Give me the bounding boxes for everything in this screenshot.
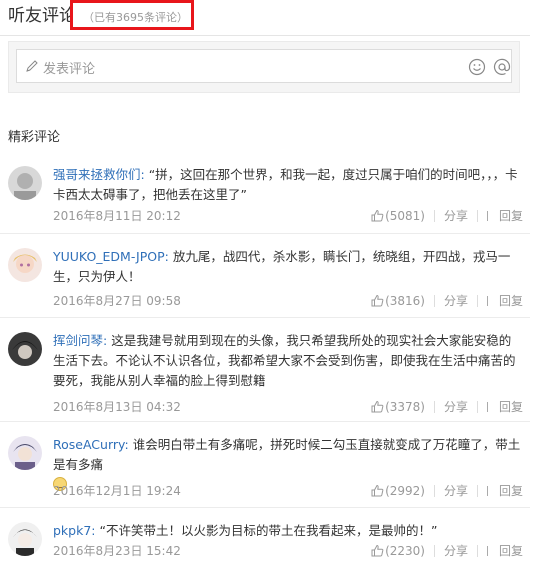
reply-label: 回复 [498, 209, 523, 223]
comment-item: 强哥来拯救你们: “拼，这回在那个世界，和我一起，度过只属于咱们的时间吧，，，卡… [0, 152, 530, 234]
avatar[interactable] [8, 166, 42, 200]
reply-button[interactable]: 回复 [486, 482, 523, 499]
comment-item: pkpk7: “不许笑带土！以火影为目标的带土在我看起来，是最帅的！” 2016… [0, 508, 530, 578]
divider [0, 35, 530, 36]
featured-comments-label: 精彩评论 [8, 130, 61, 145]
thumbs-up-icon [371, 544, 384, 557]
comment-actions: (2992) 分享 回复 [371, 482, 523, 499]
thumbs-up-icon [371, 484, 384, 497]
reply-label: 回复 [498, 294, 523, 308]
comment-time: 2016年8月13日 04:32 [53, 400, 181, 414]
comment-time: 2016年12月1日 19:24 [53, 484, 181, 498]
like-count: (2992) [385, 484, 425, 498]
share-button[interactable]: 分享 [444, 207, 468, 224]
comment-placeholder: 发表评论 [43, 62, 96, 77]
reply-label: 回复 [498, 400, 523, 414]
comment-username[interactable]: 挥剑问琴: [53, 333, 107, 348]
action-divider [433, 295, 435, 307]
reply-label: 回复 [498, 544, 523, 558]
thumbs-up-icon [371, 400, 384, 413]
action-divider [476, 210, 478, 222]
comment-list: 强哥来拯救你们: “拼，这回在那个世界，和我一起，度过只属于咱们的时间吧，，，卡… [0, 152, 530, 578]
comment-count-highlight: （已有3695条评论） [70, 0, 194, 30]
reply-label: 回复 [498, 484, 523, 498]
action-divider [433, 210, 435, 222]
action-divider [476, 295, 478, 307]
action-divider [433, 401, 435, 413]
comment-username[interactable]: pkpk7: [53, 523, 96, 538]
like-count: (3378) [385, 400, 425, 414]
comment-username[interactable]: RoseACurry: [53, 437, 129, 452]
like-count: (3816) [385, 294, 425, 308]
comment-actions: (5081) 分享 回复 [371, 207, 523, 224]
comment-item: 挥剑问琴: 这是我建号就用到现在的头像，我只希望我所处的现实社会大家能安稳的生活… [0, 318, 530, 422]
share-button[interactable]: 分享 [444, 482, 468, 499]
comment-text: 这是我建号就用到现在的头像，我只希望我所处的现实社会大家能安稳的生活下去。不论认… [53, 333, 516, 388]
pencil-icon [26, 60, 38, 72]
share-button[interactable]: 分享 [444, 542, 468, 559]
thumbs-up-icon [371, 209, 384, 222]
reply-icon [486, 486, 496, 496]
share-button[interactable]: 分享 [444, 292, 468, 309]
comment-text: “不许笑带土！以火影为目标的带土在我看起来，是最帅的！” [95, 523, 438, 538]
avatar[interactable] [8, 522, 42, 556]
action-divider [433, 545, 435, 557]
comment-time: 2016年8月11日 20:12 [53, 209, 181, 223]
reply-icon [486, 402, 496, 412]
comment-composer: 发表评论 [8, 41, 520, 93]
like-button[interactable]: (3816) [371, 294, 425, 308]
avatar[interactable] [8, 332, 42, 366]
comment-item: RoseACurry: 谁会明白带土有多痛呢，拼死时候二勾玉直接就变成了万花瞳了… [0, 422, 530, 508]
like-count: (5081) [385, 209, 425, 223]
reply-button[interactable]: 回复 [486, 207, 523, 224]
comment-meta: 2016年8月13日 04:32 (3378) 分享 回复 [53, 397, 523, 415]
at-icon[interactable] [493, 58, 511, 76]
comment-item: YUUKO_EDM-JPOP: 放九尾，战四代，杀水影，瞒长门，统晓组，开四战，… [0, 234, 530, 318]
reply-button[interactable]: 回复 [486, 292, 523, 309]
comment-meta: 2016年8月27日 09:58 (3816) 分享 回复 [53, 291, 523, 309]
comment-actions: (2230) 分享 回复 [371, 542, 523, 559]
comment-actions: (3816) 分享 回复 [371, 292, 523, 309]
avatar[interactable] [8, 248, 42, 282]
avatar[interactable] [8, 436, 42, 470]
comment-body: YUUKO_EDM-JPOP: 放九尾，战四代，杀水影，瞒长门，统晓组，开四战，… [53, 247, 523, 287]
reply-icon [486, 211, 496, 221]
comment-body: 强哥来拯救你们: “拼，这回在那个世界，和我一起，度过只属于咱们的时间吧，，，卡… [53, 165, 523, 205]
comment-meta: 2016年8月23日 15:42 (2230) 分享 回复 [53, 541, 523, 559]
comment-meta: 2016年8月11日 20:12 (5081) 分享 回复 [53, 206, 523, 224]
like-button[interactable]: (2992) [371, 484, 425, 498]
comment-time: 2016年8月27日 09:58 [53, 294, 181, 308]
comment-count: （已有3695条评论） [83, 11, 188, 24]
comment-username[interactable]: YUUKO_EDM-JPOP: [53, 249, 169, 264]
like-button[interactable]: (2230) [371, 544, 425, 558]
comment-time: 2016年8月23日 15:42 [53, 544, 181, 558]
comment-actions: (3378) 分享 回复 [371, 398, 523, 415]
thumbs-up-icon [371, 294, 384, 307]
like-button[interactable]: (5081) [371, 209, 425, 223]
comment-username[interactable]: 强哥来拯救你们: [53, 167, 145, 182]
action-divider [433, 485, 435, 497]
comment-input[interactable]: 发表评论 [16, 49, 512, 83]
reply-button[interactable]: 回复 [486, 398, 523, 415]
like-button[interactable]: (3378) [371, 400, 425, 414]
section-title: 听友评论 [8, 6, 76, 26]
comment-body: 挥剑问琴: 这是我建号就用到现在的头像，我只希望我所处的现实社会大家能安稳的生活… [53, 331, 523, 391]
smile-icon[interactable] [468, 58, 486, 76]
action-divider [476, 545, 478, 557]
action-divider [476, 401, 478, 413]
share-button[interactable]: 分享 [444, 398, 468, 415]
reply-button[interactable]: 回复 [486, 542, 523, 559]
reply-icon [486, 546, 496, 556]
comment-body: pkpk7: “不许笑带土！以火影为目标的带土在我看起来，是最帅的！” [53, 521, 523, 541]
comments-header: 听友评论 （已有3695条评论） [0, 0, 554, 32]
comment-meta: 2016年12月1日 19:24 (2992) 分享 回复 [53, 481, 523, 499]
action-divider [476, 485, 478, 497]
reply-icon [486, 296, 496, 306]
like-count: (2230) [385, 544, 425, 558]
